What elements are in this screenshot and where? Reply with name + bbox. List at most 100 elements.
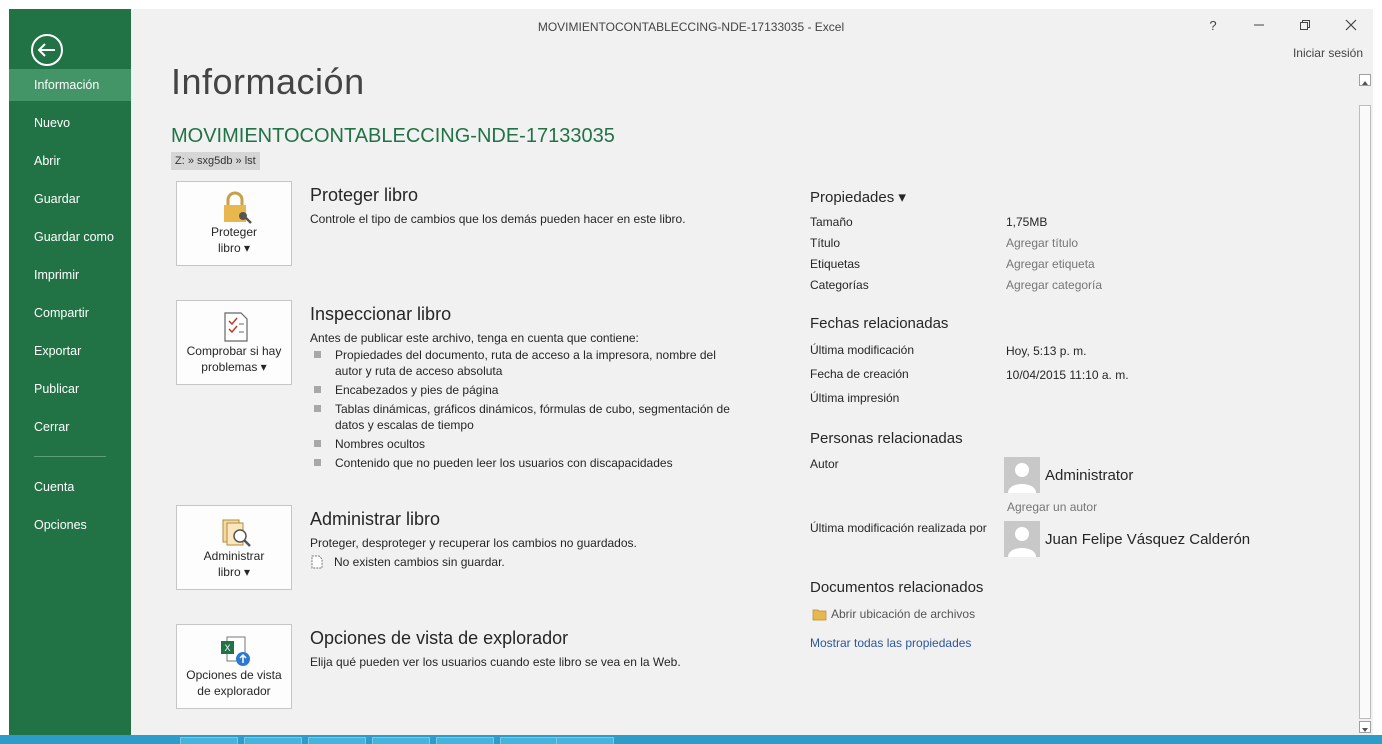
inspect-title: Inspeccionar libro — [310, 304, 452, 324]
manage-title: Administrar libro — [310, 509, 441, 529]
help-button[interactable]: ? — [1195, 13, 1231, 37]
protect-title: Proteger libro — [310, 185, 419, 205]
author-name[interactable]: Administrator — [1045, 467, 1133, 484]
add-tag-field[interactable]: Agregar etiqueta — [1006, 257, 1095, 271]
scroll-down-button[interactable] — [1359, 721, 1371, 733]
property-label-tags: Etiquetas — [810, 257, 861, 271]
list-item: Encabezados y pies de página — [312, 382, 752, 398]
manage-versions-icon — [222, 519, 251, 547]
taskbar-item[interactable] — [500, 737, 558, 744]
vertical-scrollbar[interactable] — [1358, 71, 1373, 735]
add-category-field[interactable]: Agregar categoría — [1006, 278, 1102, 292]
browser-options-label-line1: Opciones de vista — [186, 668, 282, 682]
person-icon — [1008, 463, 1036, 493]
lock-key-icon — [224, 191, 252, 224]
taskbar-item[interactable] — [556, 737, 614, 744]
property-value-size: 1,75MB — [1006, 215, 1048, 229]
close-icon — [1345, 19, 1357, 31]
open-file-location-text: Abrir ubicación de archivos — [831, 607, 976, 621]
taskbar-item[interactable] — [372, 737, 430, 744]
svg-text:X: X — [224, 643, 230, 653]
date-label-created: Fecha de creación — [810, 367, 909, 381]
check-label-line1: Comprobar si hay — [186, 344, 282, 358]
title-bar: MOVIMIENTOCONTABLECCING-NDE-17133035 - E… — [131, 9, 1373, 61]
no-unsaved-changes: No existen cambios sin guardar. — [310, 555, 505, 569]
sidebar-item-guardar-como[interactable]: Guardar como — [9, 221, 131, 253]
restore-button[interactable] — [1287, 13, 1323, 37]
properties-heading[interactable]: Propiedades ▾ — [810, 188, 906, 206]
sidebar-divider — [34, 456, 106, 457]
scroll-up-button[interactable] — [1359, 74, 1371, 86]
document-name: MOVIMIENTOCONTABLECCING-NDE-17133035 — [171, 125, 615, 147]
manage-description: Proteger, desproteger y recuperar los ca… — [310, 536, 637, 550]
sidebar-item-guardar[interactable]: Guardar — [9, 183, 131, 215]
taskbar-item[interactable] — [244, 737, 302, 744]
check-label-line2: problemas ▾ — [201, 360, 267, 374]
sidebar-item-informacion[interactable]: Información — [9, 69, 131, 101]
inspect-document-icon — [224, 312, 248, 342]
protect-description: Controle el tipo de cambios que los demá… — [310, 212, 686, 226]
sidebar-item-compartir[interactable]: Compartir — [9, 297, 131, 329]
sidebar-item-cuenta[interactable]: Cuenta — [9, 471, 131, 503]
show-all-properties-link[interactable]: Mostrar todas las propiedades — [810, 636, 971, 650]
protect-label-line2: libro ▾ — [217, 241, 251, 255]
browser-view-options-button[interactable]: X Opciones de vista de explorador — [176, 624, 292, 709]
inspect-description: Antes de publicar este archivo, tenga en… — [310, 331, 639, 345]
minimize-button[interactable] — [1241, 13, 1277, 37]
page-title: Información — [171, 61, 365, 102]
excel-web-icon: X — [221, 636, 250, 666]
protect-workbook-button[interactable]: Proteger libro ▾ — [176, 181, 292, 266]
list-item: Propiedades del documento, ruta de acces… — [312, 347, 735, 379]
list-item: Tablas dinámicas, gráficos dinámicos, fó… — [312, 401, 735, 433]
sidebar-item-exportar[interactable]: Exportar — [9, 335, 131, 367]
last-modified-by-name[interactable]: Juan Felipe Vásquez Calderón — [1045, 531, 1250, 548]
arrow-up-icon — [1362, 81, 1368, 85]
sidebar-item-cerrar[interactable]: Cerrar — [9, 411, 131, 443]
author-label: Autor — [810, 457, 839, 471]
open-file-location-link[interactable]: Abrir ubicación de archivos — [812, 607, 975, 621]
property-label-title: Título — [810, 236, 841, 250]
check-issues-button[interactable]: Comprobar si hay problemas ▾ — [176, 300, 292, 385]
related-dates-heading: Fechas relacionadas — [810, 315, 949, 332]
browser-options-label-line2: de explorador — [197, 684, 271, 698]
taskbar-item[interactable] — [180, 737, 238, 744]
sidebar-item-publicar[interactable]: Publicar — [9, 373, 131, 405]
protect-label-line1: Proteger — [210, 225, 258, 239]
back-arrow-icon[interactable] — [31, 34, 63, 66]
property-label-categories: Categorías — [810, 278, 869, 292]
arrow-down-icon — [1362, 728, 1368, 732]
list-item: Contenido que no pueden leer los usuario… — [312, 455, 752, 471]
sidebar-item-imprimir[interactable]: Imprimir — [9, 259, 131, 291]
taskbar-item[interactable] — [436, 737, 494, 744]
related-documents-heading: Documentos relacionados — [810, 579, 984, 596]
folder-icon — [812, 609, 827, 621]
avatar[interactable] — [1004, 521, 1040, 557]
excel-backstage-window: Información Nuevo Abrir Guardar Guardar … — [9, 9, 1373, 735]
windows-taskbar — [0, 735, 1382, 744]
add-title-field[interactable]: Agregar título — [1006, 236, 1078, 250]
sidebar-item-nuevo[interactable]: Nuevo — [9, 107, 131, 139]
taskbar-item[interactable] — [308, 737, 366, 744]
sidebar-item-opciones[interactable]: Opciones — [9, 509, 131, 541]
related-people-heading: Personas relacionadas — [810, 430, 963, 447]
sidebar-item-abrir[interactable]: Abrir — [9, 145, 131, 177]
scroll-thumb[interactable] — [1359, 105, 1371, 719]
list-item: Nombres ocultos — [312, 436, 752, 452]
date-value-modified: Hoy, 5:13 p. m. — [1006, 344, 1087, 358]
avatar[interactable] — [1004, 457, 1040, 493]
browser-options-description: Elija qué pueden ver los usuarios cuando… — [310, 655, 681, 669]
last-modified-by-label: Última modificación realizada por — [810, 521, 987, 535]
close-button[interactable] — [1333, 13, 1369, 37]
add-author-link[interactable]: Agregar un autor — [1007, 500, 1097, 514]
file-path-breadcrumb[interactable]: Z: » sxg5db » lst — [171, 152, 260, 170]
browser-options-title: Opciones de vista de explorador — [310, 628, 569, 648]
manage-workbook-button[interactable]: Administrar libro ▾ — [176, 505, 292, 590]
date-value-created: 10/04/2015 11:10 a. m. — [1006, 368, 1129, 382]
inspect-list: Propiedades del documento, ruta de acces… — [312, 347, 752, 474]
document-icon — [311, 555, 323, 569]
sign-in-link[interactable]: Iniciar sesión — [1293, 46, 1363, 60]
manage-label-line1: Administrar — [203, 549, 265, 563]
date-label-modified: Última modificación — [810, 343, 915, 357]
restore-icon — [1300, 20, 1310, 30]
date-label-printed: Última impresión — [810, 391, 900, 405]
